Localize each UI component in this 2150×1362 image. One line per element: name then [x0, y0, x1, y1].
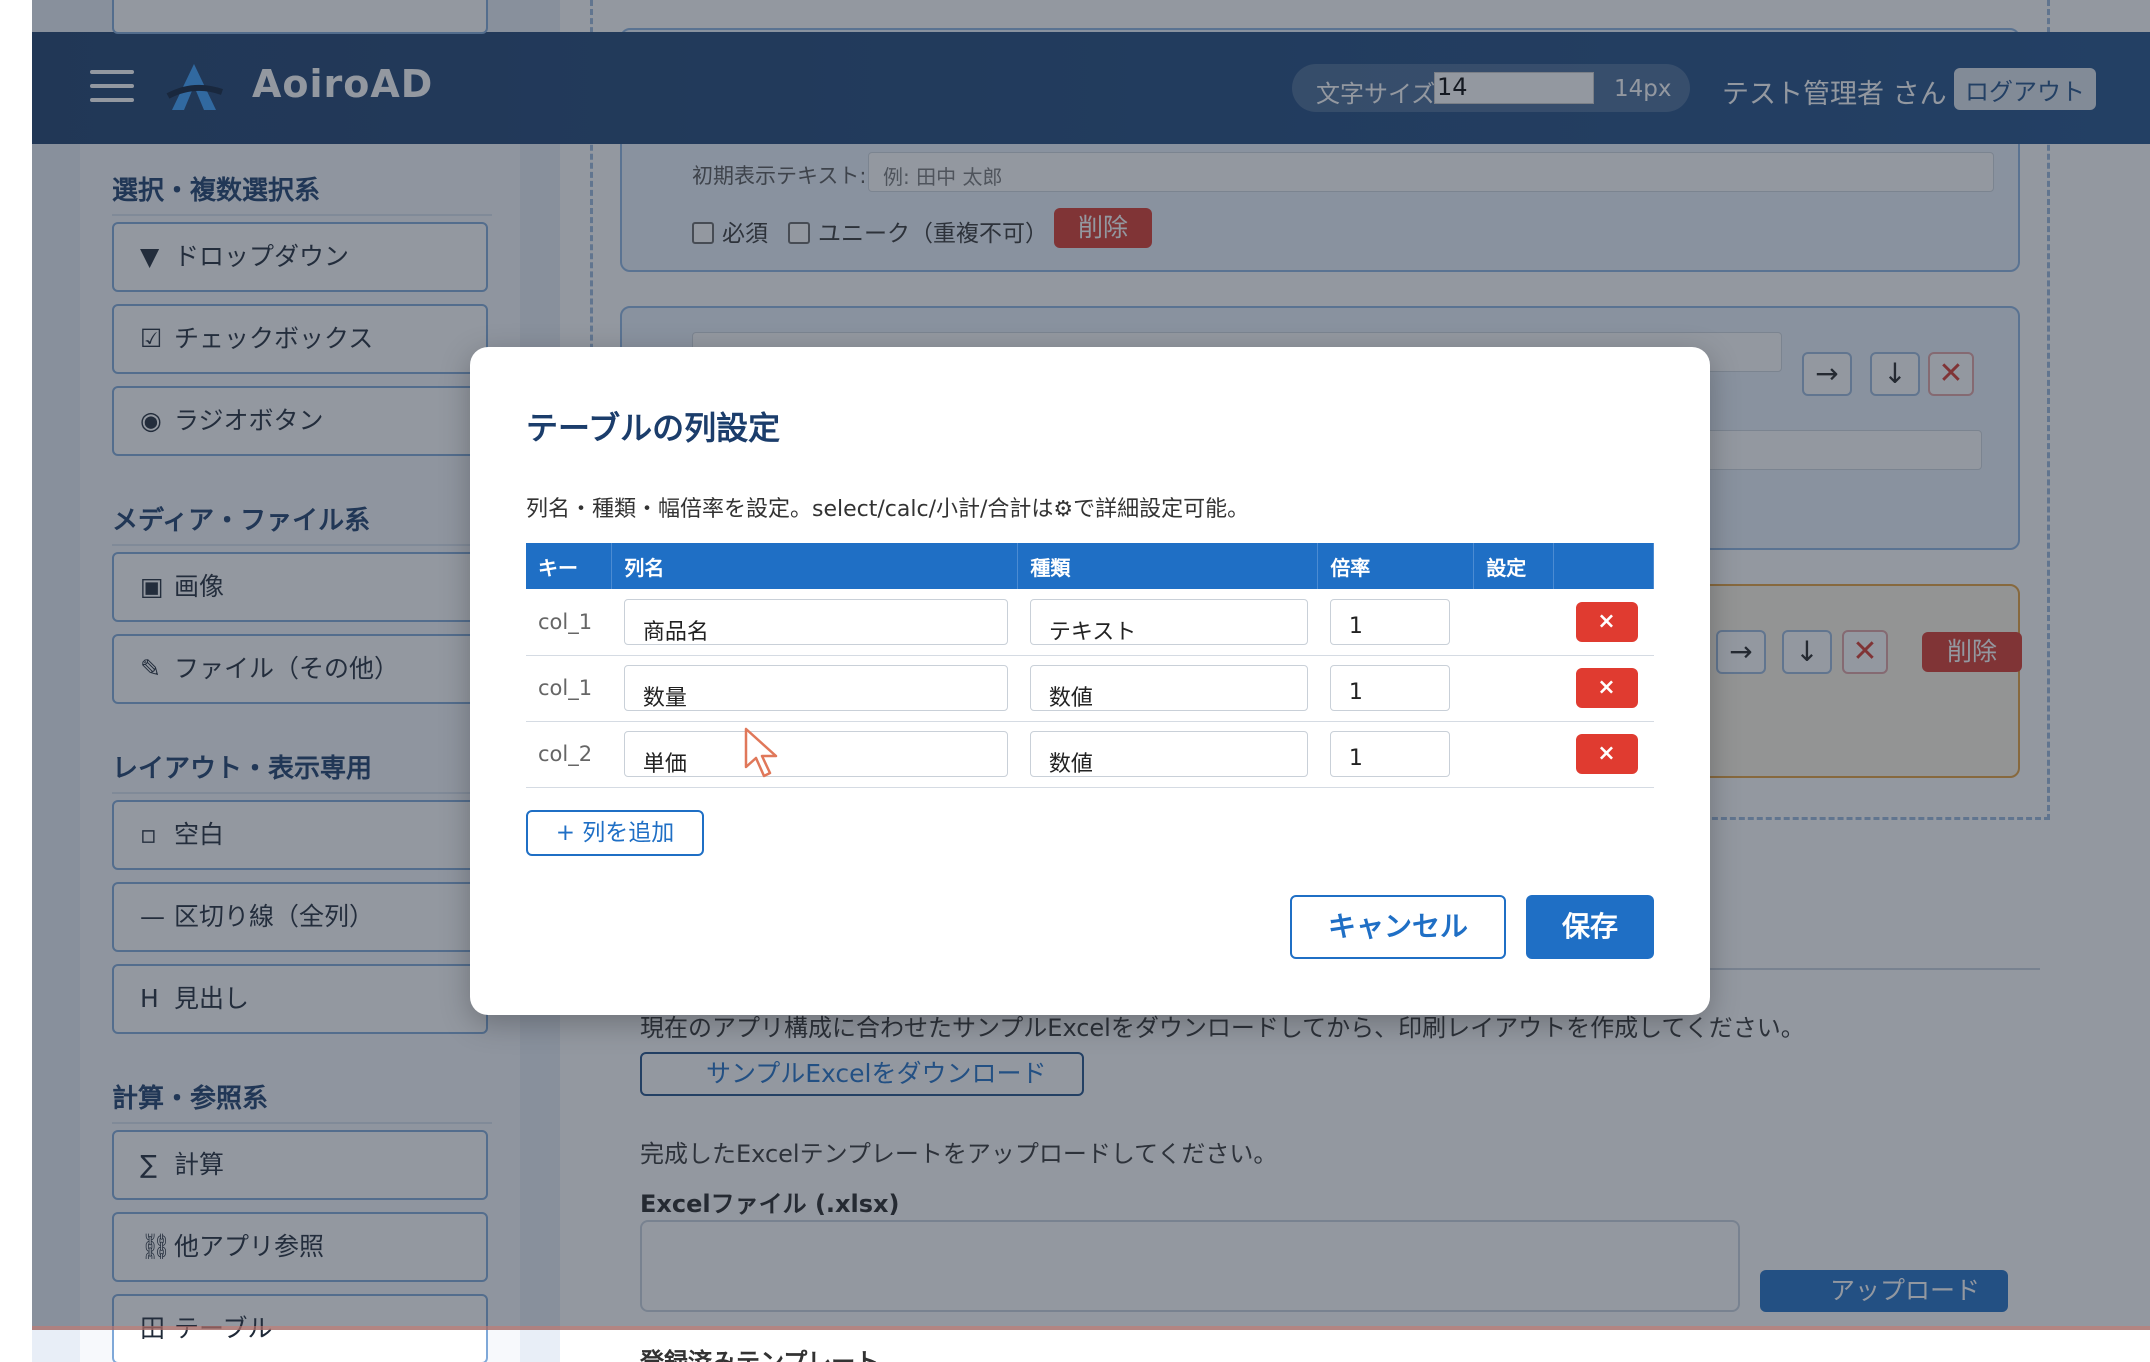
column-settings-table: キー 列名 種類 倍率 設定 col_1 商品名 テキスト 1 × col_1 … — [526, 543, 1654, 788]
delete-row-button[interactable]: × — [1575, 601, 1638, 642]
header-name: 列名 — [611, 543, 1019, 589]
add-column-button[interactable]: + 列を追加 — [526, 810, 704, 856]
save-button[interactable]: 保存 — [1526, 895, 1654, 959]
column-name-input[interactable]: 単価 — [623, 731, 1008, 777]
column-ratio-input[interactable]: 1 — [1329, 731, 1450, 777]
column-type-select[interactable]: 数値 — [1029, 665, 1308, 711]
registered-templates-heading: 登録済みテンプレート — [640, 1348, 880, 1362]
column-ratio-input[interactable]: 1 — [1329, 665, 1450, 711]
delete-row-button[interactable]: × — [1575, 668, 1638, 708]
column-key: col_1 — [526, 589, 612, 656]
column-name-input[interactable]: 数量 — [623, 665, 1008, 711]
column-settings-cell — [1473, 655, 1554, 722]
column-type-select[interactable]: 数値 — [1029, 731, 1308, 777]
column-ratio-input[interactable]: 1 — [1329, 598, 1450, 645]
table-column-settings-modal: テーブルの列設定 列名・種類・幅倍率を設定。select/calc/小計/合計は… — [470, 347, 1710, 1015]
table-row: col_1 数量 数値 1 × — [526, 655, 1654, 722]
backdrop-edge — [32, 1326, 2150, 1330]
column-key: col_1 — [526, 655, 612, 722]
table-row: col_1 商品名 テキスト 1 × — [526, 589, 1654, 656]
column-settings-cell — [1473, 589, 1554, 656]
cancel-button[interactable]: キャンセル — [1290, 895, 1506, 959]
modal-title: テーブルの列設定 — [526, 409, 781, 447]
header-type: 種類 — [1017, 543, 1319, 589]
header-settings: 設定 — [1473, 543, 1555, 589]
column-type-select[interactable]: テキスト — [1029, 598, 1308, 645]
header-ratio: 倍率 — [1317, 543, 1475, 589]
header-actions — [1553, 543, 1654, 589]
table-row: col_2 単価 数値 1 × — [526, 721, 1654, 788]
delete-row-button[interactable]: × — [1575, 734, 1638, 774]
modal-description: 列名・種類・幅倍率を設定。select/calc/小計/合計は⚙で詳細設定可能。 — [526, 497, 1250, 522]
column-key: col_2 — [526, 721, 612, 788]
mouse-cursor-icon — [744, 727, 778, 778]
column-settings-cell — [1473, 721, 1554, 788]
column-name-input[interactable]: 商品名 — [623, 598, 1008, 645]
header-key: キー — [526, 543, 613, 589]
